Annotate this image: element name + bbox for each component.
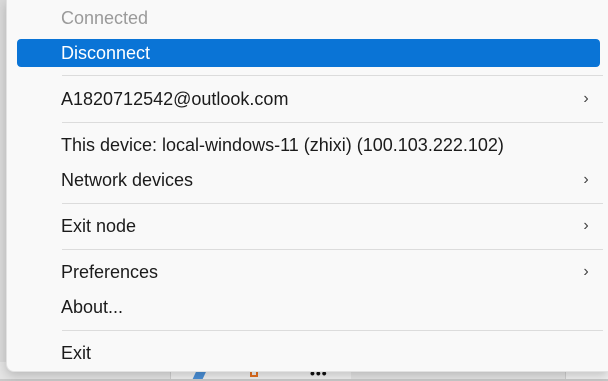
menu-item-preferences[interactable]: Preferences › bbox=[17, 258, 600, 286]
menu-item-connected-status: Connected bbox=[17, 4, 600, 32]
menu-item-disconnect[interactable]: Disconnect bbox=[17, 39, 600, 67]
chevron-right-icon: › bbox=[583, 217, 589, 234]
menu-item-label: Network devices bbox=[61, 170, 194, 190]
menu-item-label: This device: local-windows-11 (zhixi) (1… bbox=[61, 135, 504, 155]
menu-item-label: Exit bbox=[61, 343, 92, 363]
menu-item-label: A1820712542@outlook.com bbox=[61, 89, 289, 109]
menu-item-network-devices[interactable]: Network devices › bbox=[17, 166, 600, 194]
menu-item-label: Preferences bbox=[61, 262, 159, 282]
chevron-right-icon: › bbox=[583, 90, 589, 107]
menu-separator bbox=[62, 203, 603, 204]
menu-separator bbox=[62, 330, 603, 331]
menu-item-label: Disconnect bbox=[61, 43, 151, 63]
menu-separator bbox=[62, 75, 603, 76]
menu-item-exit[interactable]: Exit bbox=[17, 339, 600, 367]
chevron-right-icon: › bbox=[583, 263, 589, 280]
menu-item-label: Connected bbox=[61, 8, 149, 28]
menu-item-exit-node[interactable]: Exit node › bbox=[17, 212, 600, 240]
menu-separator bbox=[62, 249, 603, 250]
menu-separator bbox=[62, 122, 603, 123]
menu-item-this-device[interactable]: This device: local-windows-11 (zhixi) (1… bbox=[17, 131, 600, 159]
menu-item-account[interactable]: A1820712542@outlook.com › bbox=[17, 85, 600, 113]
context-menu: Connected Disconnect A1820712542@outlook… bbox=[6, 0, 608, 372]
menu-item-label: About... bbox=[61, 297, 124, 317]
menu-item-about[interactable]: About... bbox=[17, 293, 600, 321]
chevron-right-icon: › bbox=[583, 171, 589, 188]
menu-item-label: Exit node bbox=[61, 216, 137, 236]
